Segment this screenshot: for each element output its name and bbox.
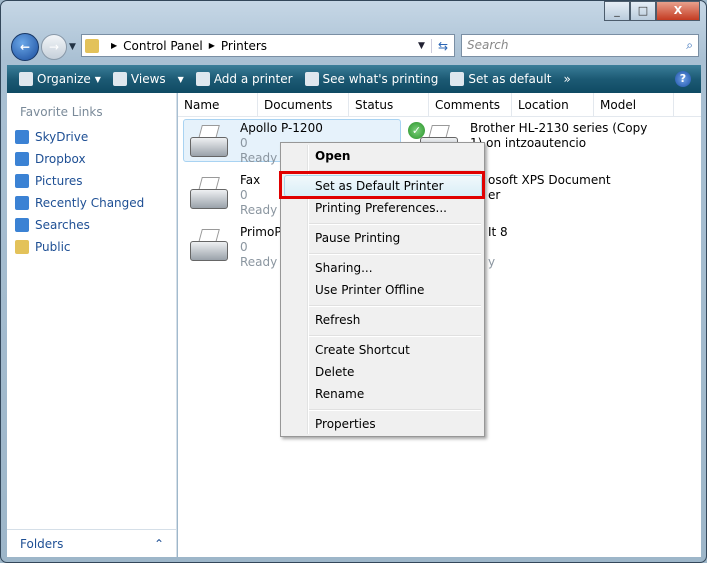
breadcrumb-printers[interactable]: Printers (221, 39, 267, 53)
column-comments[interactable]: Comments (429, 93, 512, 116)
menu-create-shortcut[interactable]: Create Shortcut (315, 340, 410, 360)
forward-button[interactable]: → (41, 34, 67, 60)
printer-icon (186, 225, 230, 269)
searches-icon (15, 217, 29, 232)
default-printer-icon (450, 72, 465, 86)
address-bar[interactable]: ▶ Control Panel ▶ Printers ▼ ⇆ (81, 34, 455, 57)
fax-icon (186, 173, 230, 217)
close-button[interactable]: X (656, 1, 700, 21)
sidebar-item-public[interactable]: Public (15, 239, 176, 254)
menu-properties[interactable]: Properties (315, 414, 376, 434)
favorite-links-heading: Favorite Links (20, 105, 103, 119)
column-location[interactable]: Location (512, 93, 594, 116)
add-printer-icon (195, 72, 210, 86)
menu-printing-preferences[interactable]: Printing Preferences... (315, 198, 447, 218)
recently-changed-icon (15, 195, 29, 210)
sidebar-item-recently-changed[interactable]: Recently Changed (15, 195, 176, 210)
column-documents[interactable]: Documents (258, 93, 349, 116)
minimize-button[interactable]: _ (604, 1, 630, 21)
printer-icon (186, 121, 230, 165)
pictures-icon (15, 173, 29, 188)
sidebar-item-searches[interactable]: Searches (15, 217, 176, 232)
menu-open[interactable]: Open (315, 146, 350, 166)
search-input[interactable]: Search ⌕ (461, 34, 699, 57)
menu-sharing[interactable]: Sharing... (315, 258, 373, 278)
organize-icon (19, 72, 33, 86)
dropbox-icon (15, 151, 29, 166)
printers-folder-icon (85, 38, 99, 53)
chevron-up-icon: ⌃ (153, 537, 164, 551)
highlight-annotation-box (279, 171, 485, 199)
folder-icon (15, 239, 29, 254)
add-printer-button[interactable]: Add a printer (195, 72, 293, 86)
search-icon[interactable]: ⌕ (686, 38, 693, 53)
organize-button[interactable]: Organize ▼ (19, 72, 101, 86)
views-icon (112, 72, 127, 86)
column-status[interactable]: Status (349, 93, 429, 116)
printer-item-primopdf[interactable]: PrimoPD 0 Ready (186, 225, 291, 270)
column-model[interactable]: Model (594, 93, 674, 116)
menu-refresh[interactable]: Refresh (315, 310, 360, 330)
sidebar-item-dropbox[interactable]: Dropbox (15, 151, 176, 166)
skydrive-icon (15, 129, 29, 144)
folders-toggle[interactable]: Folders ⌃ (7, 529, 177, 557)
menu-delete[interactable]: Delete (315, 362, 354, 382)
menu-pause-printing[interactable]: Pause Printing (315, 228, 400, 248)
menu-use-printer-offline[interactable]: Use Printer Offline (315, 280, 424, 300)
more-commands-button[interactable]: » (564, 72, 571, 86)
refresh-icon[interactable]: ⇆ (430, 38, 454, 53)
sidebar-item-skydrive[interactable]: SkyDrive (15, 129, 176, 144)
printer-item-snagit[interactable]: It 8y (488, 225, 508, 270)
menu-rename[interactable]: Rename (315, 384, 364, 404)
print-queue-icon (304, 72, 319, 86)
breadcrumb-control-panel[interactable]: Control Panel (123, 39, 203, 53)
sidebar-item-pictures[interactable]: Pictures (15, 173, 176, 188)
navigation-pane: Favorite Links SkyDrive Dropbox Pictures… (7, 93, 177, 557)
column-name[interactable]: Name (178, 93, 258, 116)
see-whats-printing-button[interactable]: See what's printing (304, 72, 438, 86)
back-button[interactable]: ← (11, 33, 39, 61)
printer-item-fax[interactable]: Fax 0 Ready (186, 173, 277, 218)
recent-pages-dropdown[interactable]: ▼ (69, 42, 76, 52)
printer-item-xps[interactable]: osoft XPS Document er (488, 173, 611, 203)
address-dropdown-icon[interactable]: ▼ (418, 41, 425, 51)
set-as-default-button[interactable]: Set as default (450, 72, 552, 86)
maximize-button[interactable]: □ (630, 1, 656, 21)
help-icon[interactable]: ? (675, 71, 691, 87)
command-bar: Organize ▼ Views ▼ Add a printer See what'… (7, 65, 701, 93)
views-button[interactable]: Views ▼ (112, 72, 184, 86)
